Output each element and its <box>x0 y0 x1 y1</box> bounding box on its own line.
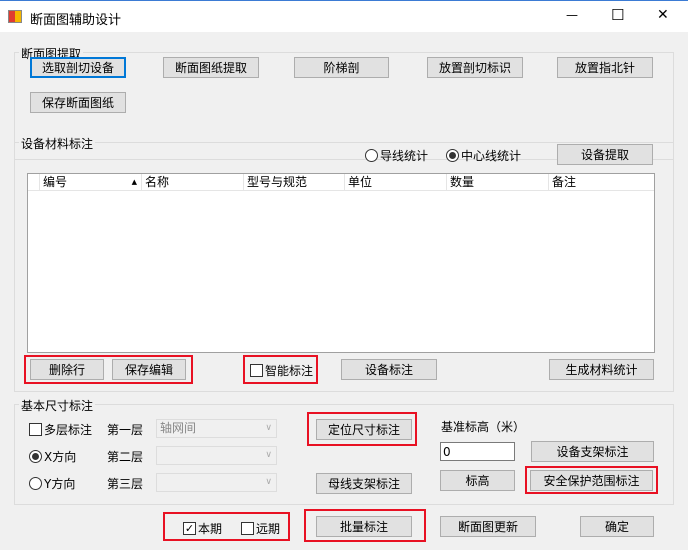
extract-device-button[interactable]: 设备提取 <box>557 144 653 165</box>
base-elevation-label: 基准标高（米） <box>441 420 526 434</box>
layer2-select[interactable]: ∨ <box>156 446 277 465</box>
ok-button[interactable]: 确定 <box>580 516 654 537</box>
radio-wire-stats[interactable]: 导线统计 <box>365 147 428 164</box>
smart-label-checkbox[interactable]: 智能标注 <box>250 362 313 379</box>
chevron-down-icon: ∨ <box>265 450 272 460</box>
chevron-down-icon: ∨ <box>265 477 272 487</box>
locate-dimension-button[interactable]: 定位尺寸标注 <box>316 419 412 440</box>
row-header <box>28 174 40 191</box>
section-label: 设备材料标注 <box>19 135 96 152</box>
radio-x-direction[interactable]: X方向 <box>29 448 76 465</box>
checkbox-label: 多层标注 <box>44 423 93 437</box>
delete-row-button[interactable]: 删除行 <box>30 359 104 380</box>
batch-label-button[interactable]: 批量标注 <box>316 516 412 537</box>
busbar-support-label-button[interactable]: 母线支架标注 <box>316 473 412 494</box>
layer1-select[interactable]: 轴网间 ∨ <box>156 419 277 438</box>
radio-label: 导线统计 <box>380 149 429 163</box>
materials-table[interactable]: 编号 ▲ 名称 型号与规范 单位 数量 备注 <box>27 173 655 353</box>
column-label: 编号 <box>43 175 68 189</box>
section-label: 基本尺寸标注 <box>19 397 96 414</box>
select-cut-device-button[interactable]: 选取剖切设备 <box>30 57 126 78</box>
checkbox-icon <box>29 423 42 436</box>
save-section-drawing-button[interactable]: 保存断面图纸 <box>30 92 126 113</box>
radio-icon <box>29 477 42 490</box>
checkbox-label: 远期 <box>256 522 281 536</box>
column-header-unit[interactable]: 单位 <box>345 174 447 191</box>
base-elevation-input[interactable] <box>440 442 515 461</box>
minimize-button[interactable]: — <box>566 8 578 22</box>
radio-label: 中心线统计 <box>461 149 522 163</box>
safety-range-label-button[interactable]: 安全保护范围标注 <box>530 470 653 491</box>
select-value: 轴网间 <box>160 421 197 435</box>
radio-y-direction[interactable]: Y方向 <box>29 475 75 492</box>
future-phase-checkbox[interactable]: 远期 <box>241 520 280 537</box>
checkmark-icon: ✓ <box>183 522 196 535</box>
current-phase-checkbox[interactable]: ✓ 本期 <box>183 520 222 537</box>
maximize-button[interactable]: ☐ <box>611 6 624 24</box>
sort-asc-icon: ▲ <box>131 178 137 186</box>
device-support-label-button[interactable]: 设备支架标注 <box>531 441 654 462</box>
radio-centerline-stats[interactable]: 中心线统计 <box>446 147 521 164</box>
chevron-down-icon: ∨ <box>265 423 272 433</box>
extract-section-drawing-button[interactable]: 断面图纸提取 <box>163 57 259 78</box>
layer3-label: 第三层 <box>107 477 144 491</box>
step-section-button[interactable]: 阶梯剖 <box>294 57 389 78</box>
layer2-label: 第二层 <box>107 450 144 464</box>
place-north-arrow-button[interactable]: 放置指北针 <box>557 57 653 78</box>
window-title: 断面图辅助设计 <box>30 13 122 28</box>
device-label-button[interactable]: 设备标注 <box>341 359 437 380</box>
radio-label: Y方向 <box>44 477 76 491</box>
multi-layer-checkbox[interactable]: 多层标注 <box>29 421 92 438</box>
close-button[interactable]: ✕ <box>657 7 669 23</box>
title-bar: 断面图辅助设计 — ☐ ✕ <box>0 0 688 32</box>
layer3-select[interactable]: ∨ <box>156 473 277 492</box>
checkbox-icon <box>250 364 263 377</box>
elevation-button[interactable]: 标高 <box>440 470 515 491</box>
radio-icon <box>29 450 42 463</box>
generate-material-stats-button[interactable]: 生成材料统计 <box>549 359 654 380</box>
update-section-button[interactable]: 断面图更新 <box>440 516 536 537</box>
column-header-quantity[interactable]: 数量 <box>447 174 549 191</box>
column-header-id[interactable]: 编号 ▲ <box>40 174 142 191</box>
checkbox-label: 智能标注 <box>265 364 314 378</box>
column-header-name[interactable]: 名称 <box>142 174 244 191</box>
column-header-spec[interactable]: 型号与规范 <box>244 174 345 191</box>
radio-label: X方向 <box>44 450 77 464</box>
radio-icon <box>365 149 378 162</box>
save-edit-button[interactable]: 保存编辑 <box>112 359 186 380</box>
radio-icon <box>446 149 459 162</box>
layer1-label: 第一层 <box>107 423 144 437</box>
checkbox-label: 本期 <box>198 522 223 536</box>
app-icon <box>8 10 22 23</box>
place-cut-mark-button[interactable]: 放置剖切标识 <box>427 57 523 78</box>
column-header-remark[interactable]: 备注 <box>549 174 654 191</box>
checkbox-icon <box>241 522 254 535</box>
